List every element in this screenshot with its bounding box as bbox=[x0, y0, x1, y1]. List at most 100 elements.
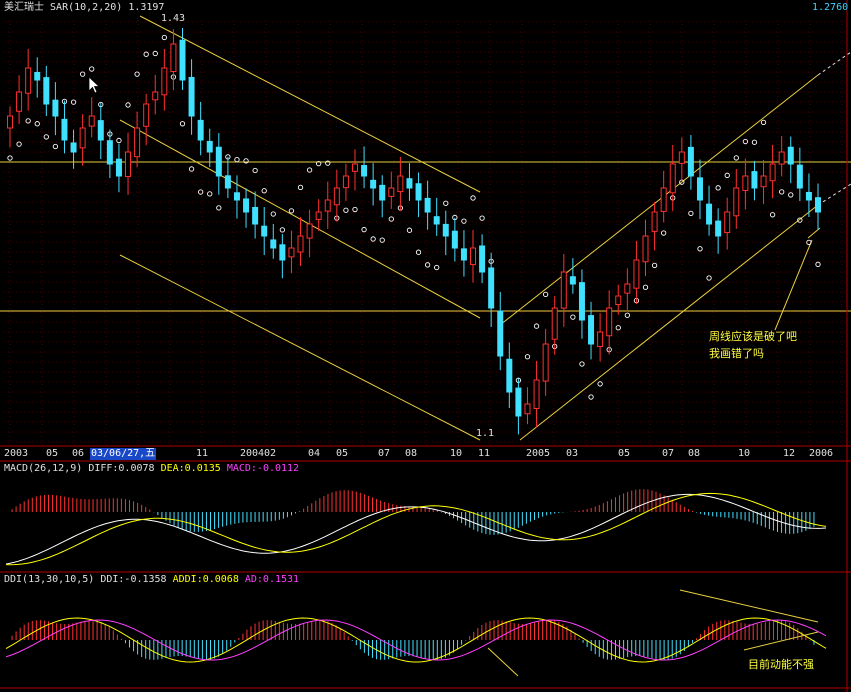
ddi-header: DDI(13,30,10,5) DDI:-0.1358 ADDI:0.0068 … bbox=[4, 574, 299, 586]
x-tick-label: 11 bbox=[196, 448, 209, 459]
candle bbox=[252, 191, 259, 239]
candle-down bbox=[361, 165, 368, 177]
sar-dot bbox=[661, 230, 667, 236]
candle-down bbox=[224, 175, 231, 189]
candle bbox=[88, 97, 95, 138]
candle-down bbox=[415, 183, 422, 201]
candle bbox=[624, 268, 631, 312]
sar-dot bbox=[479, 215, 485, 221]
x-tick-label: 2004 bbox=[240, 448, 265, 459]
candle-up bbox=[624, 283, 631, 294]
candle bbox=[115, 143, 122, 193]
candle-down bbox=[270, 239, 277, 249]
candle-up bbox=[315, 211, 322, 220]
candle bbox=[651, 201, 658, 251]
macd-value-label: MACD:-0.0112 bbox=[226, 463, 300, 474]
candle-up bbox=[733, 187, 740, 217]
candle bbox=[442, 210, 449, 256]
candle-up bbox=[79, 127, 86, 149]
sar-dot bbox=[361, 226, 367, 233]
candle-down bbox=[442, 223, 449, 237]
macd-title: MACD(26,12,9) bbox=[4, 463, 83, 474]
candle-down bbox=[687, 146, 694, 177]
sar-dot bbox=[352, 206, 358, 213]
candle bbox=[261, 207, 268, 255]
sar-dot bbox=[760, 119, 767, 126]
candle-up bbox=[143, 103, 150, 127]
sar-dot bbox=[143, 51, 149, 57]
candle bbox=[224, 156, 231, 199]
trend-line bbox=[119, 119, 481, 319]
candle bbox=[342, 163, 349, 201]
candle-down bbox=[460, 248, 467, 261]
ddi-trend-line bbox=[679, 589, 819, 623]
candle bbox=[778, 136, 785, 177]
candle-up bbox=[351, 163, 358, 172]
sar-dot bbox=[79, 71, 86, 77]
candle bbox=[533, 360, 540, 428]
candle-up bbox=[397, 175, 404, 193]
candle-up bbox=[760, 175, 767, 188]
candle-up bbox=[669, 163, 676, 194]
candle-up bbox=[297, 235, 304, 253]
addi-value-label: ADDI:0.0068 bbox=[172, 574, 239, 585]
candle-up bbox=[161, 67, 168, 96]
candle-up bbox=[288, 247, 295, 258]
candle bbox=[642, 219, 649, 277]
sar-dot bbox=[134, 71, 140, 77]
x-tick-label: 10 bbox=[738, 448, 751, 459]
candle-down bbox=[497, 310, 504, 357]
candle-down bbox=[751, 171, 758, 189]
x-tick-label: 02 bbox=[264, 448, 277, 459]
candle bbox=[333, 169, 340, 222]
candle bbox=[25, 48, 32, 111]
candle-down bbox=[815, 197, 821, 213]
candle-up bbox=[778, 151, 785, 165]
candle-up bbox=[342, 175, 349, 189]
indicator-name: SAR(10,2,20) bbox=[50, 2, 123, 13]
candle-down bbox=[451, 230, 458, 249]
candle bbox=[687, 135, 694, 190]
candle-up bbox=[134, 127, 141, 158]
candle bbox=[270, 223, 277, 259]
x-tick-label: 2003 bbox=[4, 448, 29, 459]
candle-down bbox=[488, 267, 495, 309]
sar-dot bbox=[234, 156, 240, 163]
candle-up bbox=[769, 163, 776, 182]
macd-dea-label: DEA:0.0135 bbox=[160, 463, 221, 474]
sar-dot bbox=[288, 208, 295, 214]
candle bbox=[379, 175, 386, 218]
sar-dot bbox=[788, 192, 794, 198]
candle bbox=[488, 252, 495, 328]
annotation-pointer bbox=[774, 239, 813, 331]
trend-extension bbox=[817, 183, 851, 206]
candle-down bbox=[106, 140, 113, 165]
sar-dot bbox=[742, 138, 749, 145]
trend-line bbox=[499, 74, 819, 326]
candle bbox=[696, 159, 703, 220]
sar-dot bbox=[733, 155, 739, 161]
sar-dot bbox=[270, 211, 276, 217]
candle-down bbox=[588, 315, 595, 345]
candle bbox=[479, 234, 486, 284]
sar-dot bbox=[216, 205, 222, 211]
candle-up bbox=[597, 331, 604, 347]
candle bbox=[497, 291, 504, 371]
sar-dot bbox=[116, 137, 122, 144]
ddi-trend-line bbox=[743, 631, 819, 651]
sar-dot bbox=[651, 262, 658, 269]
sar-dot bbox=[388, 216, 394, 222]
candle bbox=[660, 170, 667, 223]
candle bbox=[152, 74, 159, 115]
candle-up bbox=[742, 175, 749, 191]
candle bbox=[769, 144, 776, 199]
sar-dot bbox=[524, 354, 531, 360]
candle bbox=[760, 159, 767, 205]
ddi-trend-line bbox=[487, 647, 519, 677]
candle-up bbox=[88, 115, 95, 127]
candle bbox=[733, 169, 740, 229]
candle bbox=[524, 387, 531, 425]
candle bbox=[34, 57, 41, 98]
candle bbox=[43, 65, 50, 117]
candle-up bbox=[333, 187, 340, 206]
